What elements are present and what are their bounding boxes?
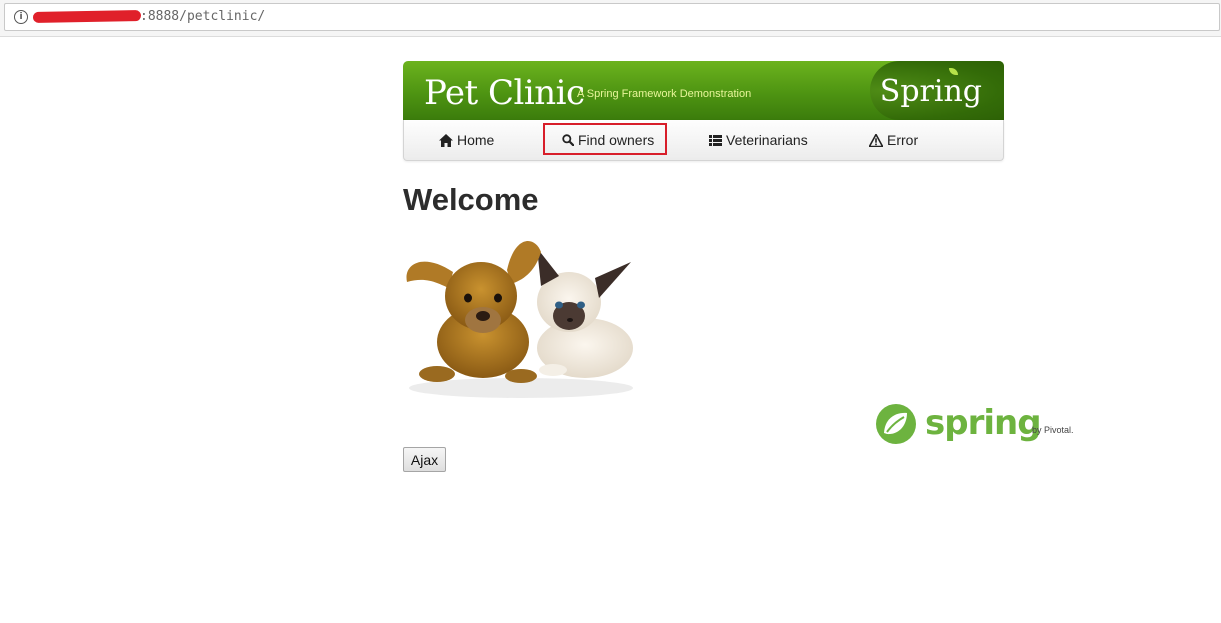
spring-brand: Spring: [879, 74, 982, 109]
info-icon[interactable]: i: [14, 10, 28, 24]
nav-home[interactable]: Home: [439, 120, 494, 160]
site-header: Pet Clinic A Spring Framework Demonstrat…: [403, 61, 1004, 120]
site-tagline: A Spring Framework Demonstration: [577, 88, 752, 100]
spring-logo-word: spring: [925, 403, 1042, 443]
pets-image: [406, 241, 633, 398]
nav-find-owners-label: Find owners: [578, 132, 655, 148]
list-icon: [709, 134, 722, 146]
address-bar[interactable]: i :8888/petclinic/: [4, 3, 1220, 31]
spring-pivotal-logo: spring by Pivotal.: [875, 403, 1075, 445]
ajax-button[interactable]: Ajax: [403, 447, 446, 472]
nav-error[interactable]: Error: [869, 120, 918, 160]
pivotal-byline: by Pivotal.: [1032, 425, 1074, 435]
main-nav: Home Find owners Veterinarians Error: [403, 120, 1004, 161]
warning-icon: [869, 133, 883, 147]
nav-veterinarians-label: Veterinarians: [726, 132, 808, 148]
nav-home-label: Home: [457, 132, 495, 148]
url-text[interactable]: :8888/petclinic/: [140, 9, 265, 24]
redacted-host: [32, 10, 142, 23]
browser-toolbar: i :8888/petclinic/: [0, 0, 1221, 37]
spring-badge: Spring: [870, 61, 1004, 120]
nav-veterinarians[interactable]: Veterinarians: [709, 120, 808, 160]
site-title: Pet Clinic: [424, 73, 585, 113]
search-icon: [562, 134, 574, 146]
home-icon: [439, 133, 453, 147]
nav-find-owners[interactable]: Find owners: [562, 120, 654, 160]
spring-leaf-icon: [876, 404, 916, 444]
page-title: Welcome: [403, 182, 539, 217]
nav-error-label: Error: [887, 132, 919, 148]
